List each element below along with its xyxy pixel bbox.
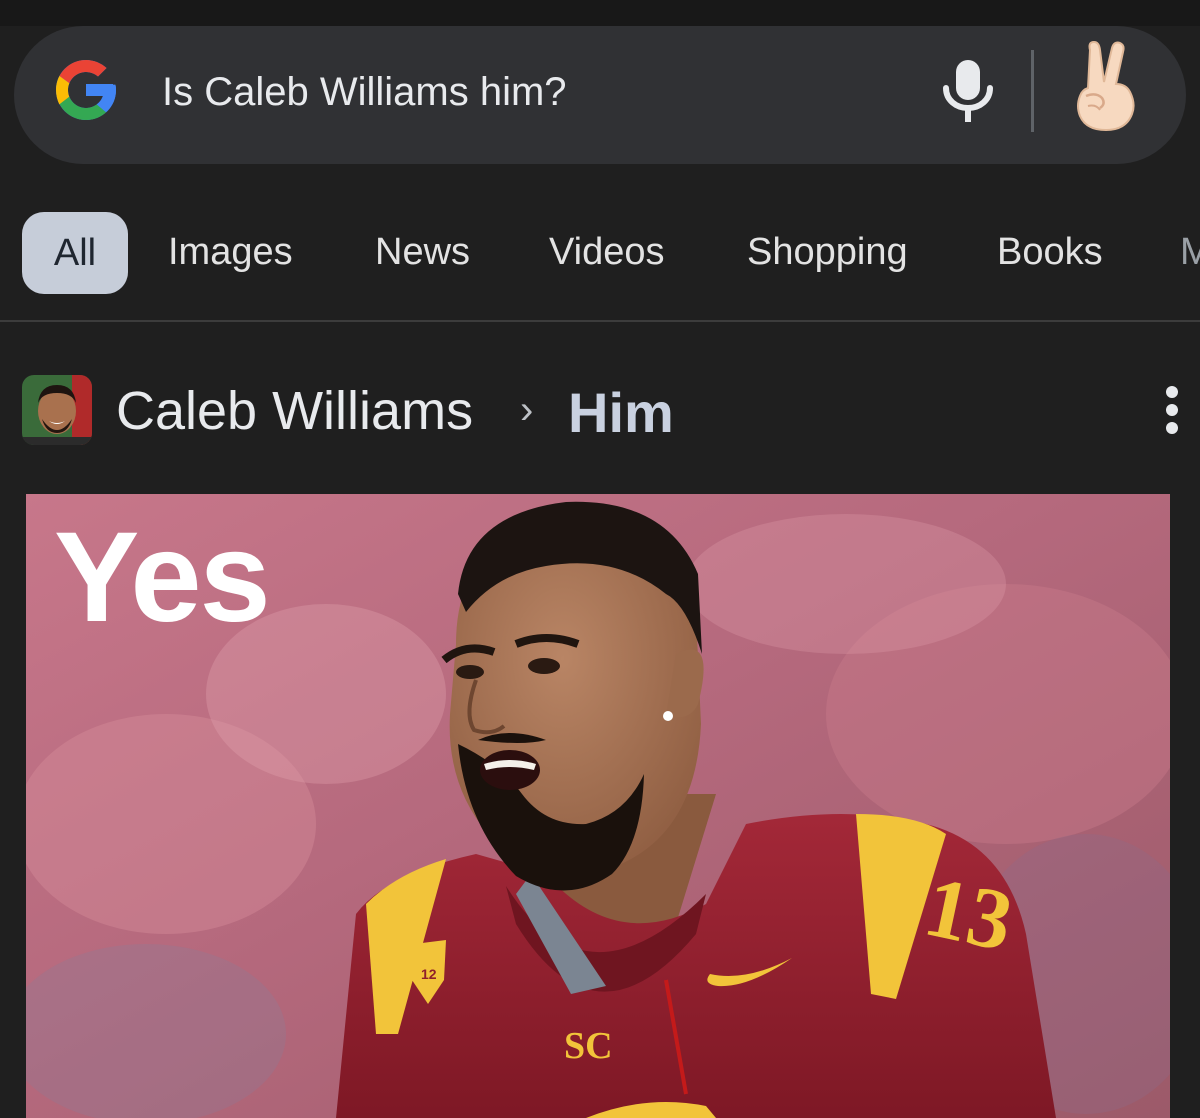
tabs-divider	[0, 320, 1200, 322]
tab-more-truncated[interactable]: M	[1180, 210, 1200, 294]
result-image[interactable]: 13 12 SC Yes	[26, 494, 1170, 1118]
status-strip	[0, 0, 1200, 26]
tab-images[interactable]: Images	[168, 210, 293, 294]
search-bar-divider	[1031, 50, 1034, 132]
result-page-name[interactable]: Him	[568, 380, 674, 445]
image-caption-yes: Yes	[54, 506, 271, 649]
microphone-icon[interactable]	[940, 58, 996, 124]
tab-news[interactable]: News	[375, 210, 470, 294]
breadcrumb-chevron-icon: ›	[520, 388, 534, 432]
result-site-name[interactable]: Caleb Williams	[116, 380, 473, 442]
google-search-results-page: Is Caleb Williams him? All Images News V…	[0, 0, 1200, 1118]
google-g-icon[interactable]	[50, 54, 122, 126]
victory-hand-emoji-icon[interactable]	[1068, 40, 1144, 132]
tab-shopping[interactable]: Shopping	[747, 210, 908, 294]
more-vert-icon[interactable]	[1152, 382, 1192, 438]
tab-all[interactable]: All	[22, 212, 128, 294]
tab-videos[interactable]: Videos	[549, 210, 665, 294]
svg-text:12: 12	[421, 966, 437, 982]
tab-books[interactable]: Books	[997, 210, 1103, 294]
search-query-text[interactable]: Is Caleb Williams him?	[162, 70, 567, 115]
svg-text:SC: SC	[564, 1025, 613, 1067]
site-avatar-image[interactable]	[22, 375, 92, 445]
search-tabs: All Images News Videos Shopping Books M	[0, 210, 1200, 300]
